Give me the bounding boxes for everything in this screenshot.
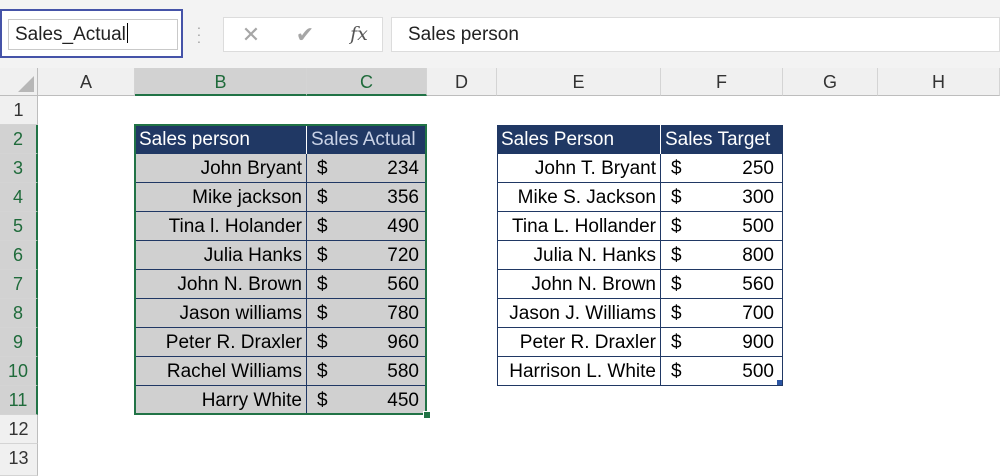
table-row[interactable]: Peter R. Draxler [135,328,307,357]
name-box-input[interactable]: Sales_Actual [8,19,178,50]
column-header-d[interactable]: D [427,68,497,96]
table-row[interactable]: John Bryant [135,154,307,183]
row-header-13[interactable]: 13 [0,444,38,476]
header-sales-person[interactable]: Sales person [135,125,307,154]
table-row[interactable]: Tina L. Hollander [497,212,661,241]
row-header-12[interactable]: 12 [0,415,38,444]
table-row[interactable]: $500 [661,357,783,386]
table-row[interactable]: Julia N. Hanks [497,241,661,270]
formula-buttons: ✕ ✔ fx [223,17,383,52]
row-header-1[interactable]: 1 [0,96,38,125]
cancel-icon[interactable]: ✕ [236,22,266,47]
table-row[interactable]: John N. Brown [135,270,307,299]
column-header-a[interactable]: A [38,68,135,96]
table-row[interactable]: Mike S. Jackson [497,183,661,212]
row-header-6[interactable]: 6 [0,241,38,270]
table-row[interactable]: $560 [307,270,427,299]
table-resize-handle[interactable] [777,380,782,385]
column-header-g[interactable]: G [783,68,878,96]
table-row[interactable]: $450 [307,386,427,415]
column-header-h[interactable]: H [878,68,1000,96]
row-header-10[interactable]: 10 [0,357,38,386]
table-row[interactable]: Harry White [135,386,307,415]
table-row[interactable]: $960 [307,328,427,357]
table-row[interactable]: $780 [307,299,427,328]
row-header-4[interactable]: 4 [0,183,38,212]
header-sales-person[interactable]: Sales Person [497,125,661,154]
table-row[interactable]: Tina l. Holander [135,212,307,241]
table-row[interactable]: $234 [307,154,427,183]
table-row[interactable]: Julia Hanks [135,241,307,270]
row-header-7[interactable]: 7 [0,270,38,299]
row-header-2[interactable]: 2 [0,125,38,154]
column-header-e[interactable]: E [497,68,661,96]
table-row[interactable]: $900 [661,328,783,357]
table-row[interactable]: $700 [661,299,783,328]
table-row[interactable]: Jason williams [135,299,307,328]
insert-function-icon[interactable]: fx [344,22,374,47]
row-header-3[interactable]: 3 [0,154,38,183]
table-row[interactable]: $580 [307,357,427,386]
name-box[interactable]: Sales_Actual [0,9,183,58]
table-row[interactable]: $800 [661,241,783,270]
formula-input[interactable]: Sales person [391,17,1000,52]
row-header-8[interactable]: 8 [0,299,38,328]
fill-handle[interactable] [423,411,431,419]
toolbar-grip-icon[interactable]: · · · [195,20,203,48]
row-header-5[interactable]: 5 [0,212,38,241]
formula-toolbar: Sales_Actual · · · ✕ ✔ fx Sales person [0,0,1000,68]
header-sales-target[interactable]: Sales Target [661,125,783,154]
table-row[interactable]: $560 [661,270,783,299]
select-all-button[interactable] [0,68,38,96]
table-row[interactable]: $250 [661,154,783,183]
table-row[interactable]: $300 [661,183,783,212]
table-row[interactable]: $490 [307,212,427,241]
table-row[interactable]: $356 [307,183,427,212]
table-row[interactable]: John N. Brown [497,270,661,299]
table-row[interactable]: $500 [661,212,783,241]
table-row[interactable]: Rachel Williams [135,357,307,386]
column-header-f[interactable]: F [661,68,783,96]
header-sales-actual[interactable]: Sales Actual [307,125,427,154]
row-header-11[interactable]: 11 [0,386,38,415]
enter-icon[interactable]: ✔ [290,22,320,47]
column-header-c[interactable]: C [307,68,427,96]
table-row[interactable]: John T. Bryant [497,154,661,183]
table-row[interactable]: Jason J. Williams [497,299,661,328]
table-row[interactable]: Peter R. Draxler [497,328,661,357]
column-header-b[interactable]: B [135,68,307,96]
table-row[interactable]: $720 [307,241,427,270]
table-row[interactable]: Mike jackson [135,183,307,212]
row-header-9[interactable]: 9 [0,328,38,357]
table-row[interactable]: Harrison L. White [497,357,661,386]
